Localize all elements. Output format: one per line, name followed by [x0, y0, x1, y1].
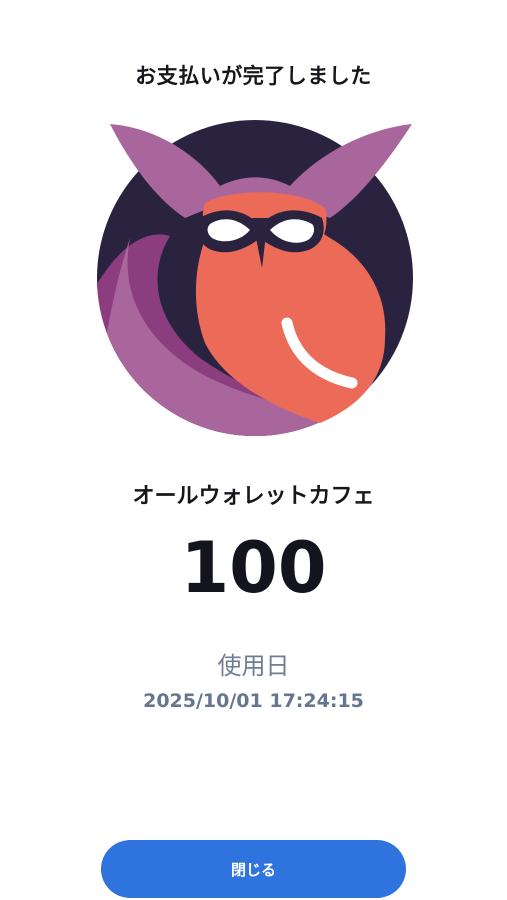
payment-amount: 100 [180, 527, 327, 609]
usage-datetime: 2025/10/01 17:24:15 [143, 690, 364, 712]
merchant-name: オールウォレットカフェ [132, 484, 375, 509]
page-title: お支払いが完了しました [135, 64, 372, 88]
usage-date-label: 使用日 [217, 652, 290, 680]
owl-icon [97, 120, 413, 436]
close-button[interactable]: 閉じる [101, 840, 406, 898]
